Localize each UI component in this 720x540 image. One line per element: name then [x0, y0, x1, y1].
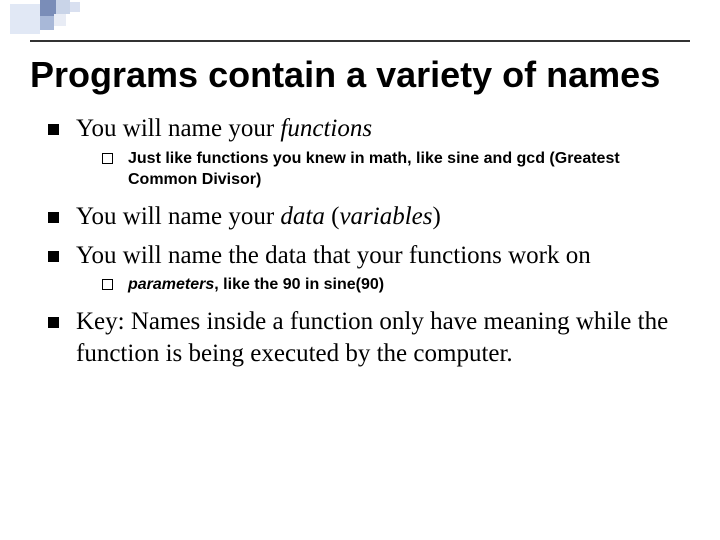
bullet-list: You will name your functions Just like f… — [30, 113, 690, 370]
bullet-item-functions: You will name your functions Just like f… — [48, 113, 690, 191]
bullet-text: Key: Names inside a function only have m… — [76, 308, 668, 368]
sub-italic: parameters — [128, 276, 214, 293]
sub-list: Just like functions you knew in math, li… — [76, 148, 690, 191]
corner-decoration — [0, 0, 160, 40]
bullet-italic: data — [280, 203, 324, 230]
divider-top — [30, 40, 690, 42]
bullet-item-function-data: You will name the data that your functio… — [48, 240, 690, 296]
sub-text: Just like functions you knew in math, li… — [128, 150, 620, 189]
bullet-text: ( — [325, 203, 340, 230]
bullet-item-key: Key: Names inside a function only have m… — [48, 306, 690, 371]
bullet-italic: functions — [280, 115, 372, 142]
sub-text: , like the 90 in sine(90) — [214, 276, 384, 293]
bullet-italic: variables — [339, 203, 432, 230]
sub-item: Just like functions you knew in math, li… — [102, 148, 690, 191]
sub-list: parameters, like the 90 in sine(90) — [76, 274, 690, 296]
bullet-text: You will name your — [76, 115, 280, 142]
slide-title: Programs contain a variety of names — [30, 54, 690, 95]
bullet-item-data: You will name your data (variables) — [48, 201, 690, 234]
bullet-text: You will name the data that your functio… — [76, 242, 591, 269]
sub-item: parameters, like the 90 in sine(90) — [102, 274, 690, 296]
slide-content: Programs contain a variety of names You … — [30, 54, 690, 377]
bullet-text: You will name your — [76, 203, 280, 230]
bullet-text: ) — [433, 203, 441, 230]
